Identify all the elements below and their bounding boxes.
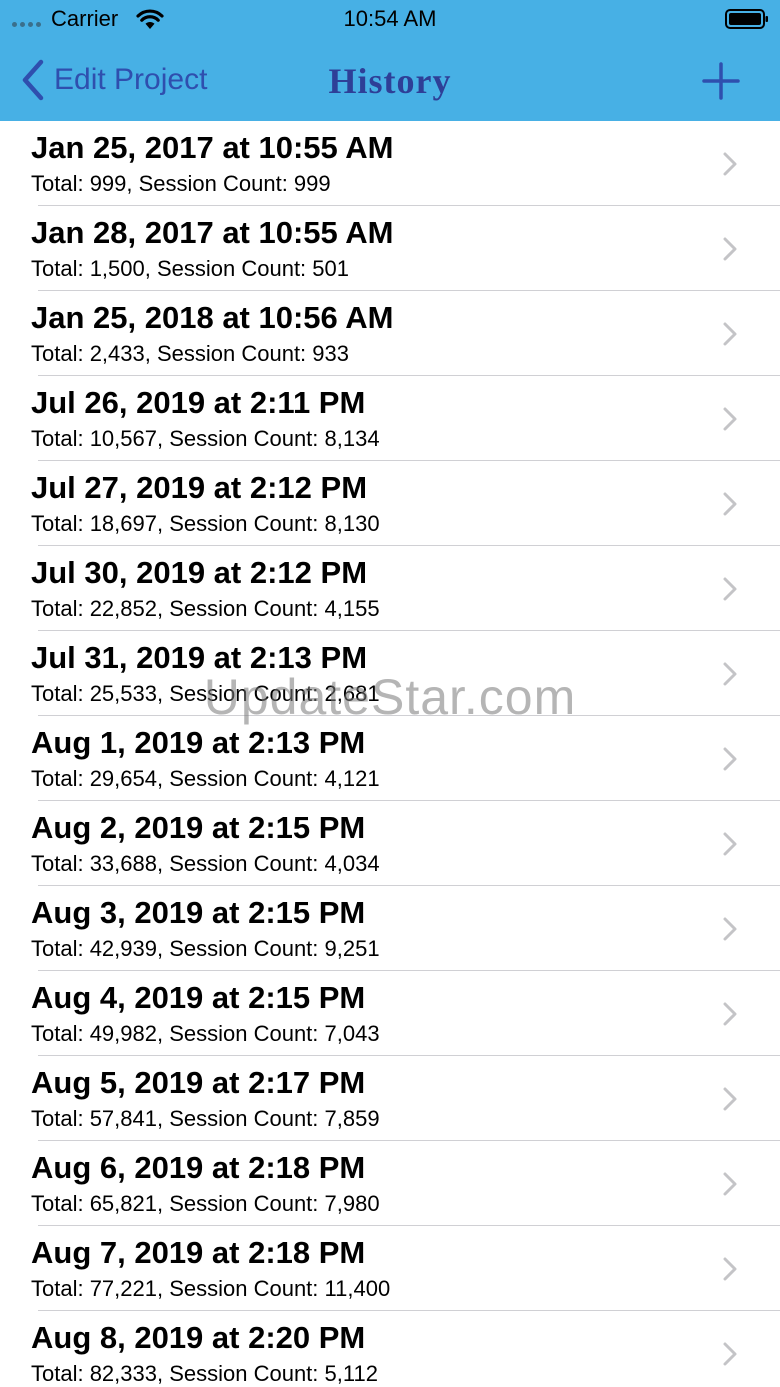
history-row[interactable]: Aug 6, 2019 at 2:18 PM Total: 65,821, Ses… [0,1141,780,1226]
history-row[interactable]: Aug 7, 2019 at 2:18 PM Total: 77,221, Ses… [0,1226,780,1311]
chevron-right-icon [723,152,737,176]
row-subtitle: Total: 42,939, Session Count: 9,251 [31,936,380,961]
chevron-right-icon [723,747,737,771]
row-title: Jul 31, 2019 at 2:13 PM [31,640,368,675]
history-row[interactable]: Jan 25, 2017 at 10:55 AM Total: 999, Sess… [0,121,780,206]
row-subtitle: Total: 22,852, Session Count: 4,155 [31,596,380,621]
chevron-right-icon [723,237,737,261]
row-title: Jul 30, 2019 at 2:12 PM [31,555,368,590]
history-row[interactable]: Jul 31, 2019 at 2:13 PM Total: 25,533, Se… [0,631,780,716]
row-subtitle: Total: 1,500, Session Count: 501 [31,256,349,281]
row-subtitle: Total: 65,821, Session Count: 7,980 [31,1191,380,1216]
chevron-right-icon [723,1257,737,1281]
row-subtitle: Total: 49,982, Session Count: 7,043 [31,1021,380,1046]
history-row[interactable]: Jan 28, 2017 at 10:55 AM Total: 1,500, Se… [0,206,780,291]
chevron-right-icon [723,1342,737,1366]
chevron-right-icon [723,1087,737,1111]
row-title: Jul 26, 2019 at 2:11 PM [31,385,366,420]
row-title: Jul 27, 2019 at 2:12 PM [31,470,368,505]
row-subtitle: Total: 999, Session Count: 999 [31,171,331,196]
screen: Carrier 10:54 AM Edit Project History Ja… [0,0,780,1387]
chevron-right-icon [723,662,737,686]
page-title: History [328,61,452,101]
chevron-right-icon [723,1172,737,1196]
history-row[interactable]: Aug 2, 2019 at 2:15 PM Total: 33,688, Ses… [0,801,780,886]
history-row[interactable]: Aug 3, 2019 at 2:15 PM Total: 42,939, Ses… [0,886,780,971]
history-row[interactable]: Aug 4, 2019 at 2:15 PM Total: 49,982, Ses… [0,971,780,1056]
row-title: Aug 8, 2019 at 2:20 PM [31,1320,366,1355]
chevron-right-icon [723,577,737,601]
row-title: Aug 3, 2019 at 2:15 PM [31,895,366,930]
chevron-right-icon [723,492,737,516]
history-row[interactable]: Jul 26, 2019 at 2:11 PM Total: 10,567, Se… [0,376,780,461]
row-subtitle: Total: 25,533, Session Count: 2,681 [31,681,380,706]
chevron-right-icon [723,322,737,346]
chevron-right-icon [723,407,737,431]
chevron-right-icon [723,917,737,941]
row-title: Aug 5, 2019 at 2:17 PM [31,1065,366,1100]
row-title: Aug 7, 2019 at 2:18 PM [31,1235,366,1270]
history-row[interactable]: Aug 5, 2019 at 2:17 PM Total: 57,841, Ses… [0,1056,780,1141]
row-title: Aug 1, 2019 at 2:13 PM [31,725,366,760]
row-title: Aug 6, 2019 at 2:18 PM [31,1150,366,1185]
top-bar: Carrier 10:54 AM Edit Project History [0,0,780,121]
row-subtitle: Total: 77,221, Session Count: 11,400 [31,1276,391,1301]
row-subtitle: Total: 33,688, Session Count: 4,034 [31,851,380,876]
history-row[interactable]: Jul 30, 2019 at 2:12 PM Total: 22,852, Se… [0,546,780,631]
row-title: Aug 4, 2019 at 2:15 PM [31,980,366,1015]
navigation-bar: Edit Project History [0,40,780,121]
row-title: Aug 2, 2019 at 2:15 PM [31,810,366,845]
row-title: Jan 28, 2017 at 10:55 AM [31,215,394,250]
battery-icon [725,9,768,29]
history-row[interactable]: Aug 8, 2019 at 2:20 PM Total: 82,333, Ses… [0,1311,780,1387]
row-subtitle: Total: 57,841, Session Count: 7,859 [31,1106,380,1131]
chevron-right-icon [723,1002,737,1026]
row-subtitle: Total: 10,567, Session Count: 8,134 [31,426,380,451]
history-row[interactable]: Jan 25, 2018 at 10:56 AM Total: 2,433, Se… [0,291,780,376]
history-row[interactable]: Jul 27, 2019 at 2:12 PM Total: 18,697, Se… [0,461,780,546]
row-title: Jan 25, 2018 at 10:56 AM [31,300,394,335]
row-subtitle: Total: 18,697, Session Count: 8,130 [31,511,380,536]
row-subtitle: Total: 29,654, Session Count: 4,121 [31,766,380,791]
row-subtitle: Total: 2,433, Session Count: 933 [31,341,349,366]
plus-icon[interactable] [700,60,742,102]
row-subtitle: Total: 82,333, Session Count: 5,112 [31,1361,378,1386]
row-title: Jan 25, 2017 at 10:55 AM [31,130,394,165]
chevron-right-icon [723,832,737,856]
history-list: Jan 25, 2017 at 10:55 AM Total: 999, Sess… [0,121,780,1387]
history-row[interactable]: Aug 1, 2019 at 2:13 PM Total: 29,654, Ses… [0,716,780,801]
status-bar: Carrier 10:54 AM [0,0,780,40]
status-time: 10:54 AM [343,6,437,31]
